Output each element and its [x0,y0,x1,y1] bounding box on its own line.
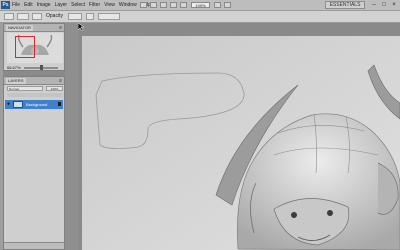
blend-mode-select[interactable]: Normal [7,86,43,91]
layer-row-background[interactable]: ● Background [5,100,63,109]
navigator-thumbnail[interactable] [7,33,63,63]
tool-preset-picker[interactable] [4,13,14,20]
menu-window[interactable]: Window [119,0,137,10]
navigator-zoom-slider-knob[interactable] [40,65,43,70]
layers-panel: LAYERS ≡ Normal 100% ● Background [3,76,65,250]
brush-size-picker[interactable] [17,13,29,20]
opacity-field[interactable] [68,13,82,20]
menu-select[interactable]: Select [71,0,85,10]
layers-tabbar: LAYERS ≡ [4,77,64,85]
menu-view[interactable]: View [104,0,115,10]
cursor-icon [78,23,84,31]
menu-bar: Ps File Edit Image Layer Select Filter V… [0,0,400,11]
eye-icon[interactable]: ● [7,102,11,107]
minimize-button[interactable]: – [369,1,379,9]
arrange-documents-icon[interactable] [214,2,221,8]
layer-opacity-field[interactable]: 100% [46,86,63,91]
extras-icon[interactable] [160,2,167,8]
navigator-panel: NAVIGATOR ≡ 66.67% [3,23,65,71]
pressure-opacity-toggle[interactable] [86,13,94,20]
menu-filter[interactable]: Filter [89,0,100,10]
layer-name[interactable]: Background [26,100,47,109]
tab-layers[interactable]: LAYERS [6,78,26,84]
menu-layer[interactable]: Layer [55,0,68,10]
bridge-icon[interactable] [140,2,147,8]
panel-menu-icon[interactable]: ≡ [59,78,62,84]
navigator-zoom-value[interactable]: 66.67% [7,65,21,70]
screen-mode-icon[interactable] [224,2,231,8]
lock-options-row[interactable] [7,93,63,97]
layer-thumbnail [13,101,23,108]
menu-edit[interactable]: Edit [24,0,33,10]
panel-menu-icon[interactable]: ≡ [59,25,62,31]
lock-icon [58,102,61,106]
options-bar: Opacity [0,11,400,23]
photoshop-logo[interactable]: Ps [1,1,10,9]
document-canvas[interactable] [78,23,400,250]
zoom-tool-icon[interactable] [180,2,187,8]
panel-gutter [65,23,78,250]
workspace-switcher[interactable]: ESSENTIALS [325,1,365,9]
artwork [82,36,400,250]
zoom-level-field[interactable]: 100% [191,2,210,8]
navigator-tabbar: NAVIGATOR ≡ [4,24,64,32]
menu-list: File Edit Image Layer Select Filter View… [12,0,151,10]
window-controls: – □ × [369,1,399,9]
tab-navigator[interactable]: NAVIGATOR [6,25,33,31]
menu-image[interactable]: Image [37,0,51,10]
flow-field[interactable] [98,13,120,20]
navigator-view-box[interactable] [15,36,35,58]
maximize-button[interactable]: □ [379,1,389,9]
photoshop-window: Ps File Edit Image Layer Select Filter V… [0,0,400,250]
minibridge-icon[interactable] [150,2,157,8]
menu-file[interactable]: File [12,0,20,10]
brush-panel-toggle[interactable] [32,13,42,20]
layers-footer-toolbar [4,242,64,249]
close-button[interactable]: × [389,1,399,9]
opacity-label: Opacity [46,13,63,19]
hand-tool-icon[interactable] [170,2,177,8]
